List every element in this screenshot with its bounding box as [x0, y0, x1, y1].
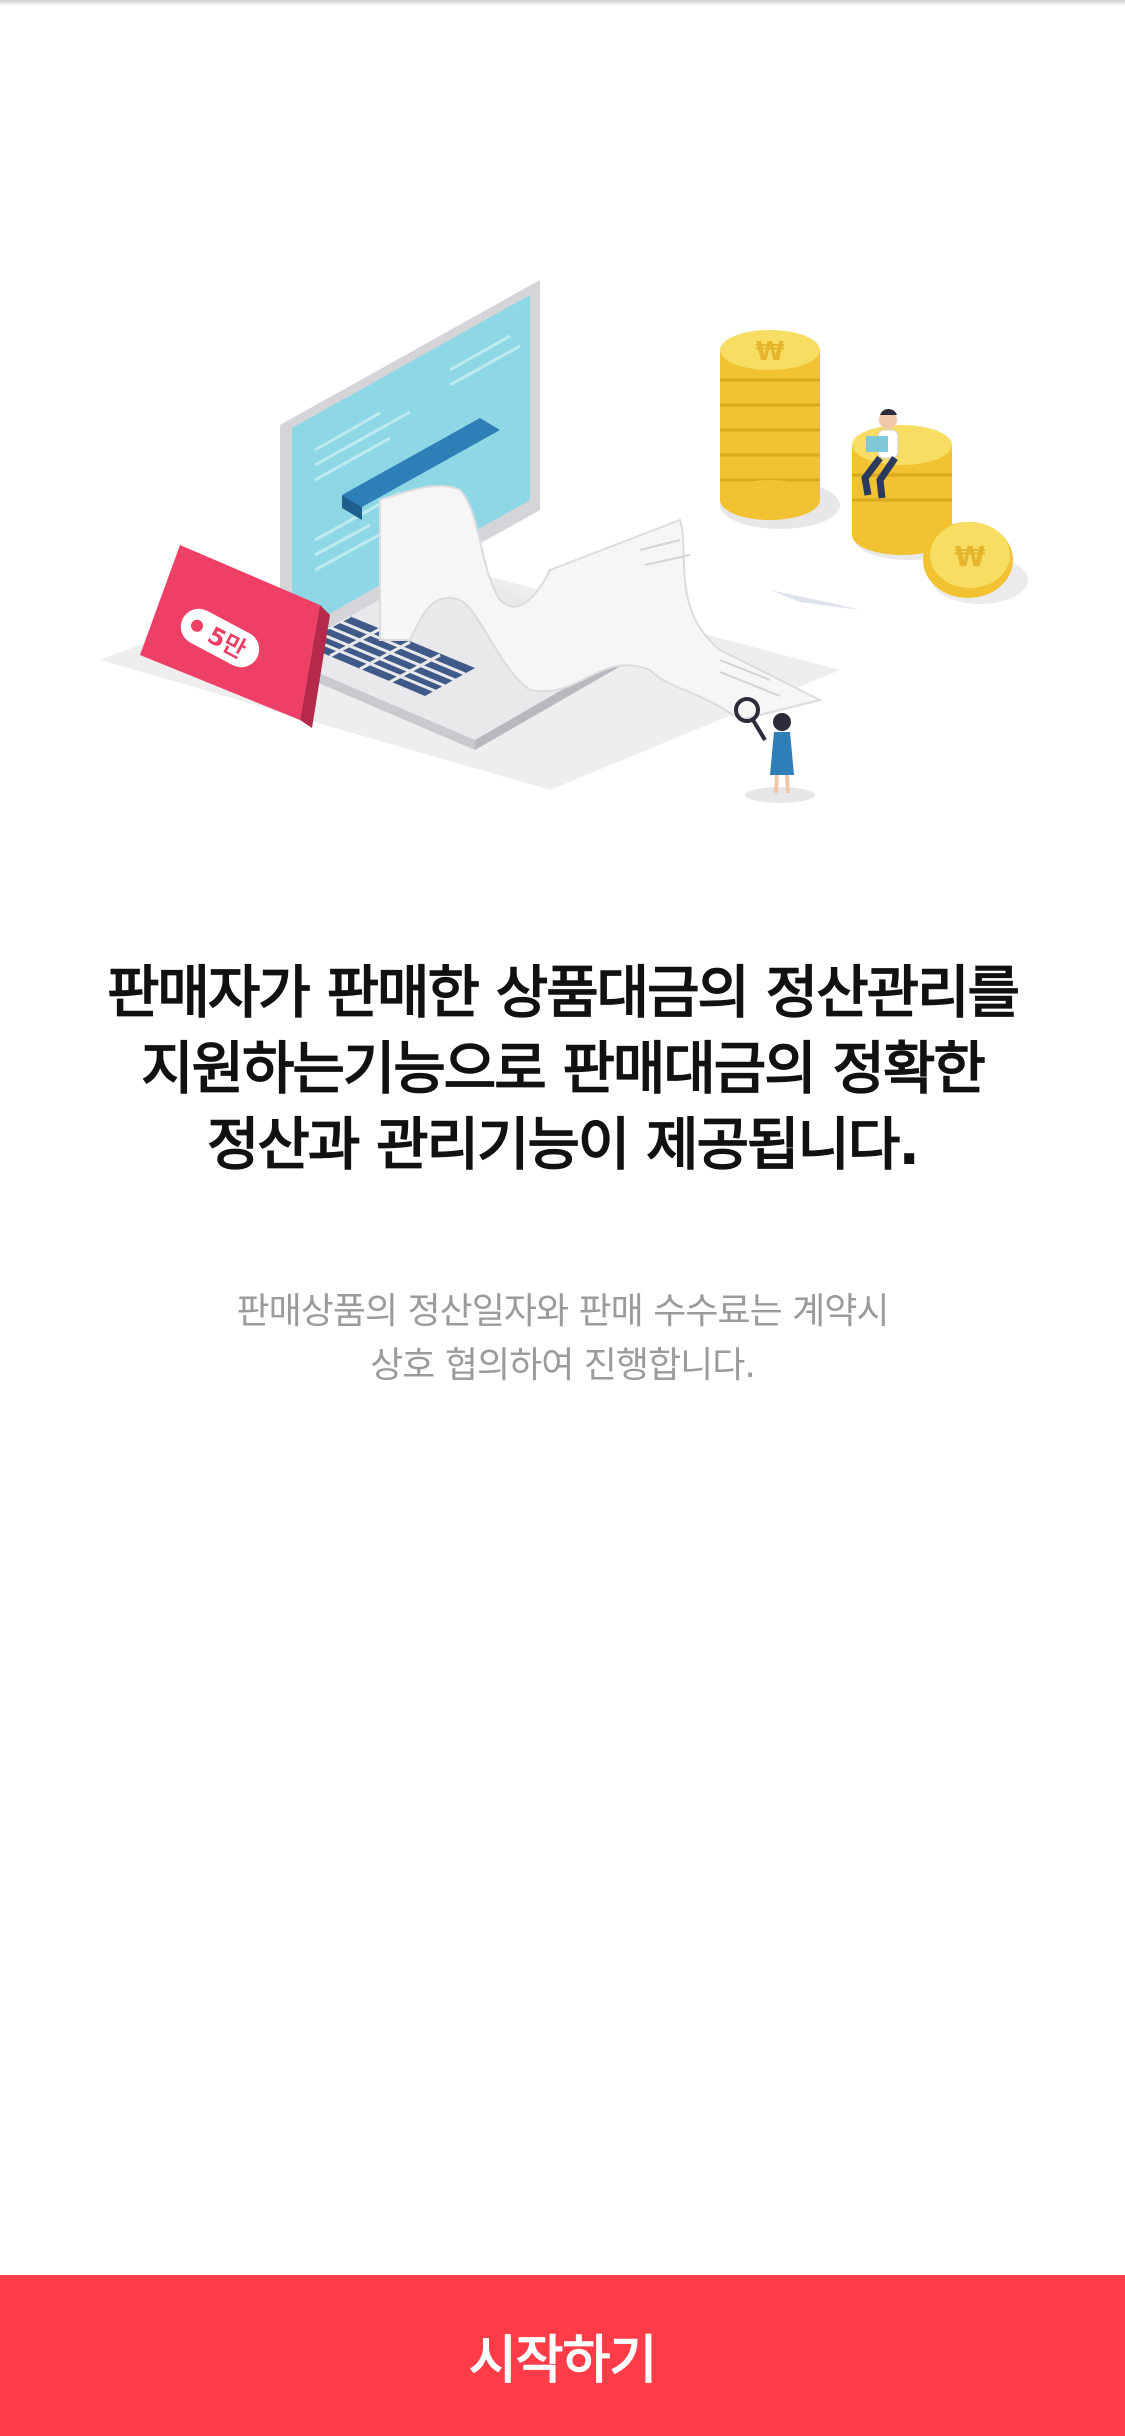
headline: 판매자가 판매한 상품대금의 정산관리를 지원하는기능으로 판매대금의 정확한 …: [40, 955, 1085, 1183]
settlement-illustration: 5만 ₩ ₩: [100, 280, 1028, 803]
description-line-1: 판매상품의 정산일자와 판매 수수료는 계약시: [236, 1291, 889, 1332]
headline-line-3: 정산과 관리기능이 제공됩니다.: [206, 1112, 920, 1178]
coin-single: ₩: [923, 522, 1028, 604]
status-bar-shadow: [0, 0, 1125, 6]
description: 판매상품의 정산일자와 판매 수수료는 계약시 상호 협의하여 진행합니다.: [60, 1285, 1065, 1393]
floating-paper: [770, 590, 860, 610]
won-symbol-single: ₩: [955, 540, 986, 573]
coin-stack-large: ₩: [720, 330, 840, 529]
headline-line-2: 지원하는기능으로 판매대금의 정확한: [141, 1036, 986, 1102]
description-line-2: 상호 협의하여 진행합니다.: [370, 1345, 756, 1386]
start-button-label: 시작하기: [468, 2331, 657, 2391]
won-symbol-large: ₩: [756, 337, 785, 367]
headline-line-1: 판매자가 판매한 상품대금의 정산관리를: [106, 960, 1020, 1026]
start-button[interactable]: 시작하기: [0, 2275, 1125, 2436]
